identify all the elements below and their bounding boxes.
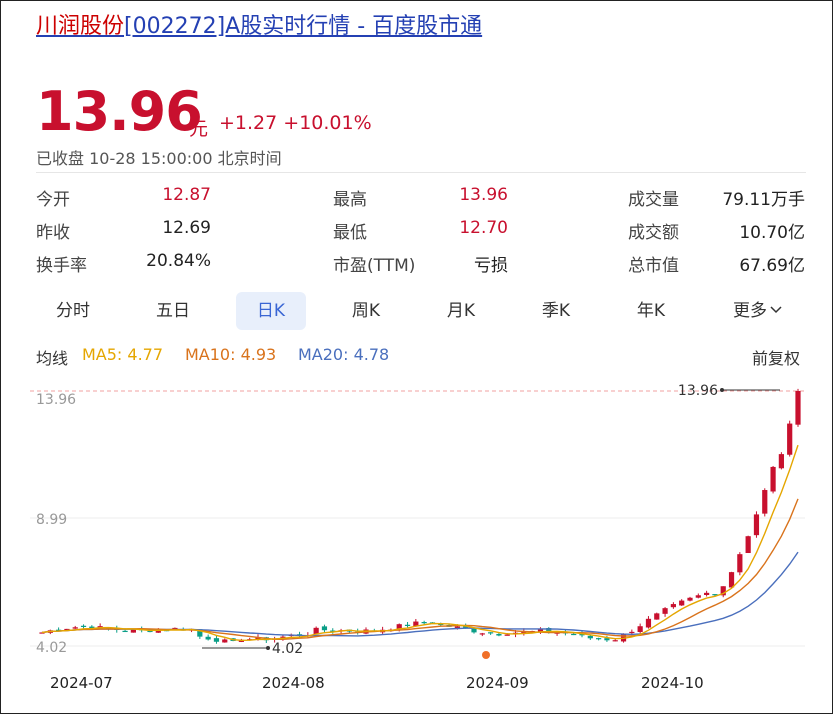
tab-monthly-k[interactable]: 月K: [426, 292, 496, 330]
candle-body: [737, 554, 743, 573]
candle-body: [695, 595, 701, 598]
y-tick-bottom: 4.02: [36, 640, 67, 656]
candle-body: [321, 626, 328, 631]
prev-close-value: 12.69: [162, 218, 211, 238]
candle-body: [471, 628, 477, 633]
open-value: 12.87: [162, 185, 211, 205]
tab-quarterly-k[interactable]: 季K: [521, 292, 591, 330]
candle-body: [222, 639, 228, 643]
max-annotation-dot: [720, 388, 724, 392]
volume-label: 成交量: [628, 190, 679, 210]
x-tick-sep: 2024-09: [466, 674, 529, 692]
candle-body: [679, 600, 685, 606]
tab-more-label: 更多: [733, 301, 767, 321]
tab-daily-k[interactable]: 日K: [236, 292, 306, 330]
candle-body: [762, 490, 768, 514]
candle-body: [770, 466, 776, 492]
candle-body: [72, 627, 78, 629]
candle-body: [421, 622, 427, 624]
candle-body: [205, 636, 211, 640]
candle-body: [496, 633, 502, 636]
low-label: 最低: [333, 223, 367, 243]
turnover-rate-value: 20.84%: [146, 251, 211, 271]
candle-body: [745, 536, 751, 554]
stock-name[interactable]: 川润股份: [36, 14, 124, 39]
high-label: 最高: [333, 190, 367, 210]
min-price-label: 4.02: [272, 641, 303, 657]
x-tick-jul: 2024-07: [50, 674, 113, 692]
candle-body: [787, 423, 793, 455]
market-cap-label: 总市值: [628, 256, 679, 276]
tab-intraday[interactable]: 分时: [38, 292, 108, 330]
pe-value: 亏损: [474, 256, 508, 276]
candle-body: [778, 454, 784, 469]
adjust-toggle[interactable]: 前复权: [752, 345, 800, 369]
max-price-label: 13.96: [678, 383, 718, 399]
amount-value: 10.70亿: [739, 223, 805, 243]
tab-weekly-k[interactable]: 周K: [331, 292, 401, 330]
volume-value: 79.11万手: [722, 190, 805, 210]
chevron-down-icon: [769, 292, 783, 330]
change-value: +1.27: [219, 112, 278, 134]
open-label: 今开: [36, 190, 70, 210]
candle-body: [479, 633, 485, 635]
candle-body: [587, 635, 593, 639]
change-percent: +10.01%: [283, 112, 372, 134]
y-tick-top: 13.96: [36, 392, 76, 408]
candle-body: [637, 626, 643, 633]
low-value: 12.70: [459, 218, 508, 238]
candle-body: [571, 633, 577, 636]
divider: [36, 172, 806, 173]
ma5-line: [41, 444, 799, 642]
candle-body: [753, 514, 760, 536]
tab-yearly-k[interactable]: 年K: [616, 292, 686, 330]
title-rest[interactable]: [002272]A股实时行情 - 百度股市通: [124, 14, 482, 39]
pe-label: 市盈(TTM): [333, 256, 416, 276]
candle-body: [654, 613, 660, 620]
market-status: 已收盘 10-28 15:00:00 北京时间: [36, 149, 282, 168]
ma10-legend: MA10: 4.93: [185, 345, 277, 364]
candle-body: [687, 597, 693, 601]
candle-body: [504, 634, 510, 636]
candles-group: [39, 388, 801, 644]
page-title-link[interactable]: 川润股份[002272]A股实时行情 - 百度股市通: [36, 8, 482, 40]
candle-body: [670, 604, 676, 608]
candle-body: [662, 608, 668, 614]
candle-body: [629, 631, 635, 634]
candle-body: [488, 632, 494, 634]
ma-label: 均线: [36, 349, 69, 368]
turnover-rate-label: 换手率: [36, 256, 87, 276]
ma10-line: [41, 498, 799, 640]
market-cap-value: 67.69亿: [739, 256, 805, 276]
prev-close-label: 昨收: [36, 223, 70, 243]
x-tick-aug: 2024-08: [262, 674, 325, 692]
candle-body: [213, 638, 220, 642]
candle-body: [795, 391, 801, 425]
event-marker: [482, 651, 490, 659]
ma20-line: [41, 551, 799, 637]
high-value: 13.96: [459, 185, 508, 205]
price-change: +1.27 +10.01%: [219, 112, 372, 134]
amount-label: 成交额: [628, 223, 679, 243]
current-price: 13.96: [36, 80, 203, 143]
ma5-legend: MA5: 4.77: [82, 345, 164, 364]
candle-body: [404, 624, 411, 626]
ma20-legend: MA20: 4.78: [298, 345, 390, 364]
candlestick-chart[interactable]: 13.96 8.99 4.02 13.96 4.02: [30, 372, 810, 672]
candle-body: [704, 592, 710, 595]
tab-more[interactable]: 更多: [718, 292, 798, 330]
x-tick-oct: 2024-10: [641, 674, 704, 692]
candle-body: [596, 638, 602, 640]
candle-body: [728, 572, 735, 588]
candle-body: [645, 618, 652, 628]
candle-body: [612, 640, 618, 642]
min-annotation-dot: [266, 646, 270, 650]
candle-body: [80, 625, 87, 627]
candle-body: [122, 630, 128, 633]
tab-five-day[interactable]: 五日: [138, 292, 208, 330]
price-unit: 元: [189, 118, 209, 140]
y-tick-mid: 8.99: [36, 512, 67, 528]
